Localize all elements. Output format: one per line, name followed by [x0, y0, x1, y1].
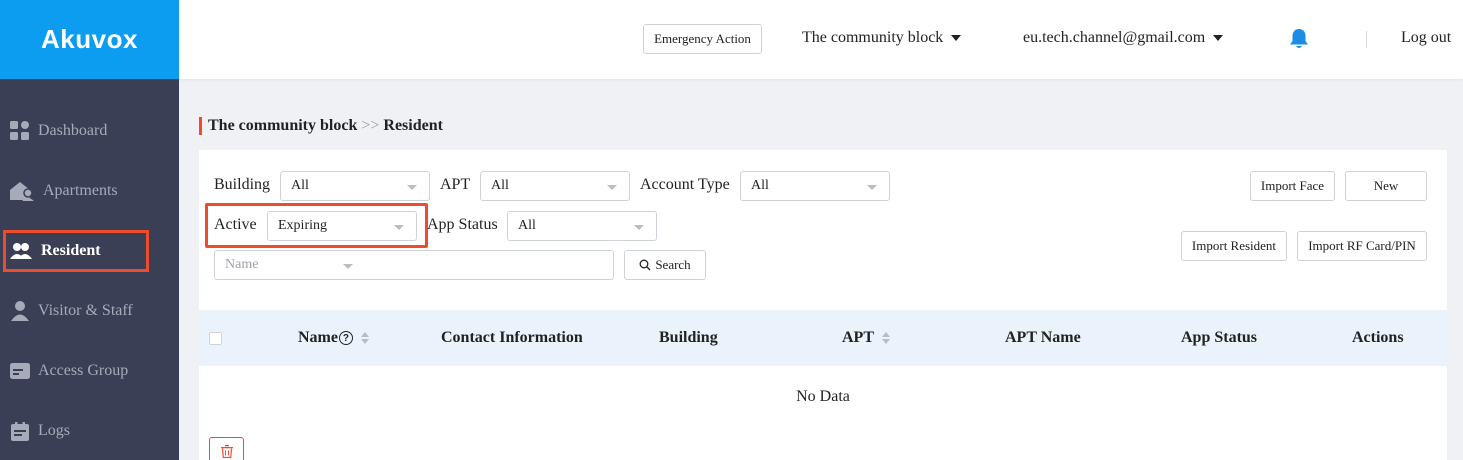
building-select[interactable]: All [280, 171, 430, 201]
apt-value: All [491, 178, 509, 193]
sidebar-item-logs[interactable]: Logs [0, 411, 179, 451]
dropdown-arrow-icon [343, 264, 353, 269]
dropdown-arrow-icon [634, 225, 644, 230]
search-input[interactable] [365, 250, 614, 280]
breadcrumb: The community block >> Resident [199, 117, 443, 135]
table-header: Name ? Contact Information Building APT … [199, 311, 1447, 366]
sidebar-item-visitor-staff[interactable]: Visitor & Staff [0, 291, 179, 331]
highlight-active-filter [205, 203, 428, 248]
emergency-action-button[interactable]: Emergency Action [643, 24, 762, 54]
new-button[interactable]: New [1345, 171, 1427, 201]
column-actions: Actions [1352, 329, 1404, 346]
bell-icon[interactable] [1289, 28, 1309, 55]
dashboard-icon [9, 120, 31, 142]
breadcrumb-separator: >> [361, 117, 380, 134]
delete-button[interactable] [209, 437, 244, 460]
dropdown-arrow-icon [407, 185, 417, 190]
dropdown-arrow-icon [867, 185, 877, 190]
sidebar-item-label: Apartments [43, 182, 118, 199]
header-divider [1366, 31, 1367, 47]
community-name: The community block [802, 29, 944, 46]
account-type-label: Account Type [640, 176, 730, 193]
select-all-checkbox[interactable] [209, 332, 222, 345]
column-building: Building [659, 329, 718, 346]
search-button[interactable]: Search [624, 250, 706, 280]
account-type-value: All [751, 178, 769, 193]
logs-icon [9, 420, 31, 442]
empty-state: No Data [796, 388, 850, 405]
building-value: All [291, 178, 309, 193]
sidebar-item-apartments[interactable]: Apartments [0, 171, 179, 211]
building-label: Building [214, 176, 271, 193]
dropdown-arrow-icon [607, 185, 617, 190]
app-status-label: App Status [427, 216, 498, 233]
sidebar-item-label: Access Group [38, 362, 129, 379]
caret-down-icon [1213, 35, 1224, 41]
visitor-icon [9, 300, 31, 322]
breadcrumb-parent[interactable]: The community block [208, 117, 357, 135]
logo-text: Akuvox [41, 24, 138, 54]
sidebar-item-label: Dashboard [38, 122, 108, 139]
column-app-status: App Status [1181, 329, 1258, 346]
search-field-value: Name [225, 257, 259, 272]
highlight-resident [3, 230, 149, 272]
logout-link[interactable]: Log out [1401, 29, 1451, 47]
caret-down-icon [951, 35, 962, 41]
access-group-icon [9, 360, 31, 382]
breadcrumb-current: Resident [383, 117, 443, 134]
search-icon [639, 259, 651, 271]
column-contact: Contact Information [441, 329, 583, 346]
app-status-select[interactable]: All [507, 211, 657, 241]
trash-icon [220, 445, 233, 458]
sort-icon[interactable] [882, 332, 890, 344]
sidebar-item-access-group[interactable]: Access Group [0, 351, 179, 391]
app-status-value: All [518, 218, 536, 233]
account-menu[interactable]: eu.tech.channel@gmail.com [1023, 29, 1224, 47]
column-apt-name: APT Name [1005, 329, 1081, 346]
column-name-label: Name [298, 329, 338, 346]
sidebar-item-dashboard[interactable]: Dashboard [0, 111, 179, 151]
apartments-icon [8, 180, 36, 202]
sidebar-item-label: Visitor & Staff [38, 302, 133, 319]
account-email: eu.tech.channel@gmail.com [1023, 29, 1206, 46]
import-face-button[interactable]: Import Face [1250, 171, 1335, 201]
table-body: No Data [199, 366, 1447, 460]
search-field-select[interactable]: Name [214, 250, 366, 280]
account-type-select[interactable]: All [740, 171, 890, 201]
apt-label: APT [440, 176, 471, 193]
search-button-label: Search [655, 257, 691, 272]
logo[interactable]: Akuvox [0, 0, 179, 79]
help-icon[interactable]: ? [338, 331, 353, 345]
import-resident-button[interactable]: Import Resident [1181, 231, 1287, 261]
import-rf-card-button[interactable]: Import RF Card/PIN [1297, 231, 1427, 261]
apt-select[interactable]: All [480, 171, 630, 201]
column-name[interactable]: Name ? [298, 329, 369, 347]
sidebar-item-label: Logs [38, 422, 70, 439]
column-apt-label: APT [842, 329, 874, 346]
column-apt[interactable]: APT [842, 329, 890, 347]
community-selector[interactable]: The community block [802, 29, 962, 47]
sort-icon[interactable] [360, 332, 369, 344]
